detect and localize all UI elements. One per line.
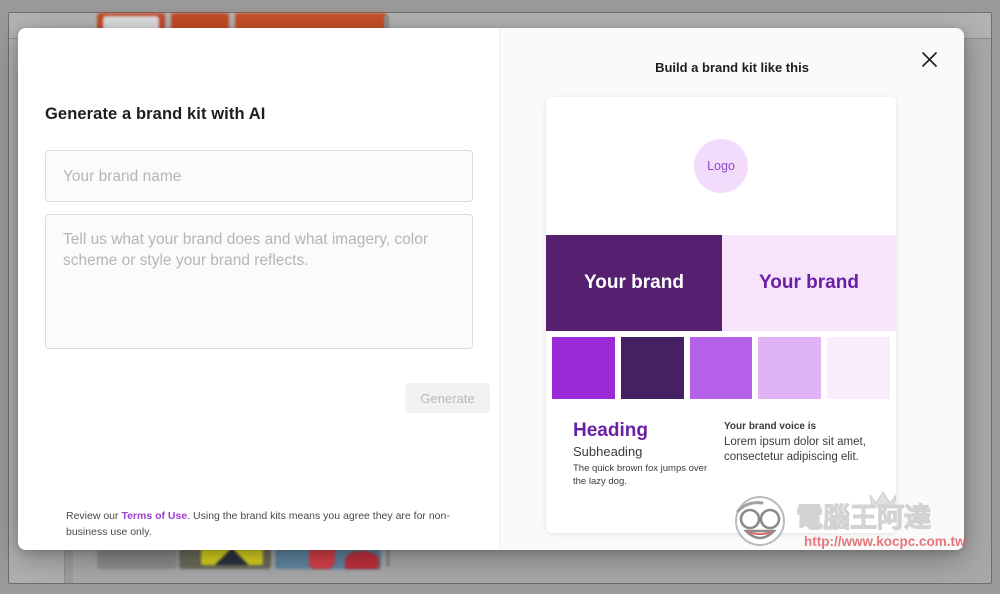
preview-title: Build a brand kit like this xyxy=(655,60,809,75)
brand-name-input[interactable]: Your brand name xyxy=(45,150,473,202)
close-button[interactable] xyxy=(912,42,946,76)
terms-of-use-link[interactable]: Terms of Use xyxy=(121,510,187,522)
sample-subheading: Subheading xyxy=(573,444,643,459)
brand-banner-dark: Your brand xyxy=(546,235,722,331)
logo-label: Logo xyxy=(707,159,735,173)
brand-voice-body: Lorem ipsum dolor sit amet, consectetur … xyxy=(724,436,866,463)
typography-sample-block: Heading Subheading The quick brown fox j… xyxy=(546,420,718,488)
color-swatch xyxy=(827,337,890,399)
brand-voice-block: Your brand voice is Lorem ipsum dolor si… xyxy=(718,420,896,488)
close-icon xyxy=(921,51,937,67)
brand-kit-preview-card: Logo Your brand Your brand Heading Subhe… xyxy=(546,97,896,533)
backdrop-thumbnail xyxy=(345,551,379,569)
color-swatch xyxy=(758,337,822,399)
brand-description-textarea[interactable]: Tell us what your brand does and what im… xyxy=(45,214,473,349)
modal-right-pane: Build a brand kit like this Logo Your br… xyxy=(500,28,964,550)
preview-typography-row: Heading Subheading The quick brown fox j… xyxy=(546,406,896,488)
legal-prefix: Review our xyxy=(66,510,122,522)
color-swatch xyxy=(552,337,615,399)
color-swatch xyxy=(620,337,684,399)
page-title: Generate a brand kit with AI xyxy=(45,105,266,123)
brand-kit-modal: Generate a brand kit with AI Your brand … xyxy=(18,28,964,550)
preview-banner-row: Your brand Your brand xyxy=(546,235,896,331)
legal-disclaimer: Review our Terms of Use. Using the brand… xyxy=(66,508,486,540)
brand-name-placeholder: Your brand name xyxy=(63,168,182,185)
brand-banner-light: Your brand xyxy=(722,235,896,331)
brand-voice-title: Your brand voice is xyxy=(724,421,817,432)
color-swatch xyxy=(689,337,753,399)
logo-placeholder: Logo xyxy=(694,139,748,193)
preview-logo-row: Logo xyxy=(546,97,896,235)
sample-body-text: The quick brown fox jumps over the lazy … xyxy=(573,463,708,487)
generate-button[interactable]: Generate xyxy=(405,383,490,413)
sample-heading: Heading xyxy=(573,420,648,441)
brand-description-placeholder: Tell us what your brand does and what im… xyxy=(63,231,429,269)
modal-left-pane: Generate a brand kit with AI Your brand … xyxy=(18,28,500,550)
color-palette-row xyxy=(546,331,896,406)
